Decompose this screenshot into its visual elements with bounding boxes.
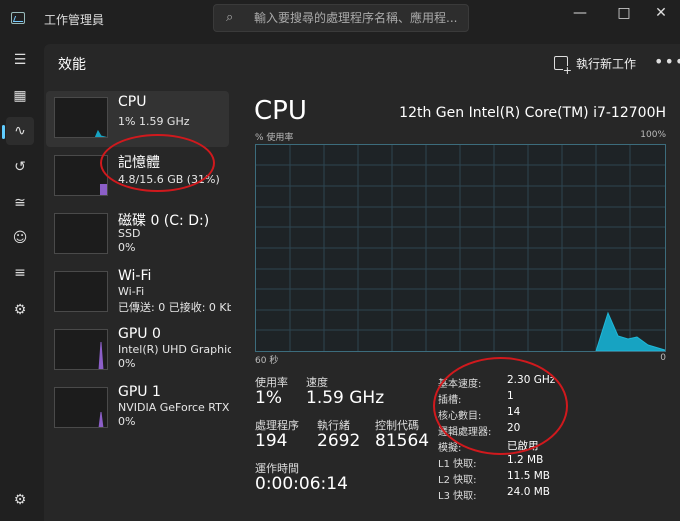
search-box[interactable]: ⌕ [213,4,469,32]
gpu1-thumbnail-graph [54,387,108,428]
task-manager-window: 工作管理員 ⌕ — □ ✕ ☰ ▦ ∿ ↺ ≅ ☺ ≡ ⚙ ⚙ 效能 執行新工作… [0,0,680,521]
details-icon[interactable]: ≡ [6,259,34,287]
device-detail: SSD [118,227,141,240]
processes-icon[interactable]: ▦ [6,82,34,110]
uptime-value: 0:00:06:14 [255,474,348,494]
page-title: 效能 [58,57,86,73]
cpu-model: 12th Gen Intel(R) Core(TM) i7-12700H [399,105,666,121]
detail-key: 核心數目: [438,411,482,422]
detail-key: L3 快取: [438,491,477,502]
detail-value: 已啟用 [507,440,539,452]
device-name: GPU 0 [118,326,161,342]
device-detail: 0% [118,241,136,254]
device-detail: 0% [118,357,136,370]
handles-value: 81564 [375,431,430,451]
device-item-wifi[interactable]: Wi-Fi Wi-Fi 已傳送: 0 已接收: 0 Kbps [46,265,231,321]
device-detail: Intel(R) UHD Graphics [118,343,231,356]
graph-time-label: 60 秒 [255,356,279,366]
close-button[interactable]: ✕ [641,2,680,24]
detail-key: 模擬: [438,443,462,454]
graph-time-end: 0 [660,353,666,363]
device-item-memory[interactable]: 記憶體 4.8/15.6 GB (31%) [46,149,229,205]
device-detail: Wi-Fi [118,285,145,298]
detail-value: 11.5 MB [507,470,550,482]
device-detail: 0% [118,415,136,428]
device-item-gpu1[interactable]: GPU 1 NVIDIA GeForce RTX ... 0% [46,381,231,437]
run-task-icon [554,56,572,76]
cpu-thumbnail-graph [54,97,108,138]
device-name: Wi-Fi [118,268,152,284]
threads-value: 2692 [317,431,361,451]
detail-value: 1 [507,390,514,402]
device-detail: 已傳送: 0 已接收: 0 Kbps [118,301,231,314]
search-input[interactable] [254,8,464,28]
graph-axis-label: % 使用率 [255,133,294,143]
detail-value: 24.0 MB [507,486,550,498]
wifi-thumbnail-graph [54,271,108,312]
task-manager-app-icon [11,12,25,24]
performance-panel: 效能 執行新工作 ••• CPU 1% 1.59 GHz 記憶體 4.8/15.… [44,44,680,521]
detail-key: L1 快取: [438,459,477,470]
performance-icon[interactable]: ∿ [2,117,34,145]
maximize-button[interactable]: □ [604,2,644,24]
device-detail: 4.8/15.6 GB (31%) [118,173,220,186]
run-task-label: 執行新工作 [576,56,637,71]
detail-key: 插槽: [438,395,462,406]
cpu-usage-graph [255,144,666,352]
device-item-gpu0[interactable]: GPU 0 Intel(R) UHD Graphics 0% [46,323,231,379]
hamburger-menu-icon[interactable]: ☰ [6,46,34,74]
device-item-disk[interactable]: 磁碟 0 (C: D:) SSD 0% [46,207,229,263]
device-item-cpu[interactable]: CPU 1% 1.59 GHz [46,91,229,147]
detail-key: L2 快取: [438,475,477,486]
nav-rail: ☰ ▦ ∿ ↺ ≅ ☺ ≡ ⚙ ⚙ [0,40,40,521]
speed-value: 1.59 GHz [306,388,385,408]
device-name: 記憶體 [118,155,160,171]
app-title: 工作管理員 [44,13,105,27]
title-bar: 工作管理員 ⌕ — □ ✕ [0,0,680,40]
device-name: GPU 1 [118,384,161,400]
processes-value: 194 [255,431,288,451]
run-new-task-button[interactable]: 執行新工作 [554,51,637,76]
detail-key: 邏輯處理器: [438,427,492,438]
more-options-icon[interactable]: ••• [654,52,680,71]
detail-key: 基本速度: [438,379,482,390]
cpu-heading: CPU [254,96,307,126]
minimize-button[interactable]: — [560,2,600,24]
device-name: CPU [118,94,147,110]
startup-apps-icon[interactable]: ≅ [6,189,34,217]
device-detail: 1% 1.59 GHz [118,115,190,128]
graph-axis-max: 100% [640,130,666,140]
memory-thumbnail-graph [54,155,108,196]
gpu0-thumbnail-graph [54,329,108,370]
users-icon[interactable]: ☺ [6,224,34,252]
settings-gear-icon[interactable]: ⚙ [6,486,34,514]
app-history-icon[interactable]: ↺ [6,153,34,181]
detail-value: 14 [507,406,521,418]
search-icon: ⌕ [226,10,234,25]
detail-value: 20 [507,422,521,434]
device-detail: NVIDIA GeForce RTX ... [118,401,231,414]
usage-value: 1% [255,388,282,408]
services-icon[interactable]: ⚙ [6,296,34,324]
disk-thumbnail-graph [54,213,108,254]
detail-value: 1.2 MB [507,454,544,466]
detail-value: 2.30 GHz [507,374,556,386]
